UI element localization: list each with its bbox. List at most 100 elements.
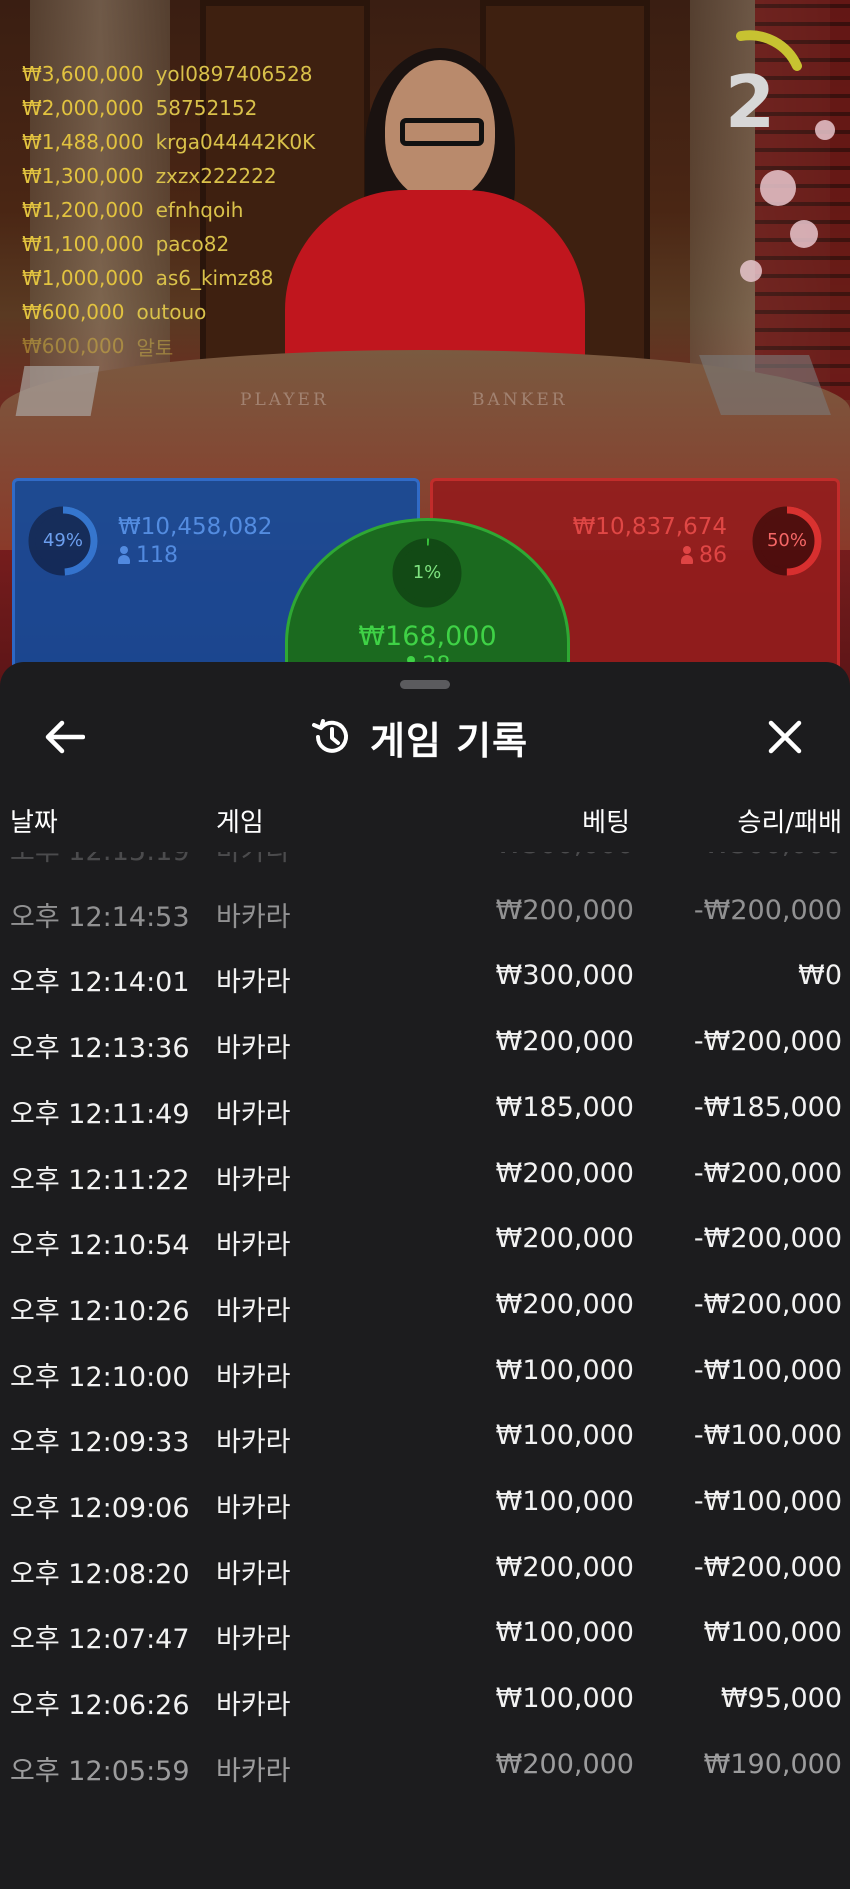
row-date: 오후 12:11:22 xyxy=(10,1164,190,1196)
history-clock-icon xyxy=(312,719,348,753)
row-bet: ₩100,000 xyxy=(495,1354,634,1386)
ticker-amount: ₩1,488,000 xyxy=(22,130,144,154)
table-row[interactable]: 오후 12:08:20 바카라 ₩200,000 -₩200,000 xyxy=(0,1538,850,1604)
row-win-loss: -₩200,000 xyxy=(693,1157,842,1189)
table-row[interactable]: 오후 12:06:26 바카라 ₩100,000 ₩95,000 xyxy=(0,1669,850,1735)
table-row[interactable]: 오후 12:09:06 바카라 ₩100,000 -₩100,000 xyxy=(0,1472,850,1538)
row-game: 바카라 xyxy=(216,1427,291,1459)
player-total-amount: ₩10,458,082 xyxy=(118,514,273,540)
row-date: 오후 12:07:47 xyxy=(10,1624,190,1656)
table-row[interactable]: 오후 12:13:36 바카라 ₩200,000 -₩200,000 xyxy=(0,1012,850,1078)
row-game: 바카라 xyxy=(216,1164,291,1196)
row-win-loss: ₩95,000 xyxy=(720,1683,842,1715)
blossom-decoration xyxy=(760,170,796,206)
ticker-username: yol0897406528 xyxy=(155,62,313,86)
table-row[interactable]: 오후 12:11:22 바카라 ₩200,000 -₩200,000 xyxy=(0,1144,850,1210)
history-table-body[interactable]: 오후 12:15:19 바카라 ₩300,000 -₩300,000 오후 12:14:… xyxy=(0,852,850,1889)
live-video-feed: PLAYER BANKER ₩3,600,000 yol0897406528 ₩2,… xyxy=(0,0,850,700)
row-date: 오후 12:10:26 xyxy=(10,1295,190,1327)
row-date: 오후 12:11:49 xyxy=(10,1098,190,1130)
tie-total-amount: ₩168,000 xyxy=(358,621,497,652)
row-date: 오후 12:09:06 xyxy=(10,1493,190,1524)
row-date: 오후 12:14:01 xyxy=(10,967,190,999)
row-win-loss: ₩0 xyxy=(798,960,842,992)
ticker-entry: ₩600,000 outouo xyxy=(22,295,315,329)
game-history-sheet: 게임 기록 날짜 게임 베팅 승리/패배 오후 12:15:19 바카라 ₩300,… xyxy=(0,662,850,1889)
tie-percent: 1% xyxy=(412,562,442,583)
row-win-loss: -₩100,000 xyxy=(693,1354,842,1386)
ticker-amount: ₩1,200,000 xyxy=(22,198,144,222)
banker-bettor-count: 86 xyxy=(681,543,727,568)
row-bet: ₩100,000 xyxy=(495,1617,634,1649)
card-shoe xyxy=(699,355,831,415)
table-row[interactable]: 오후 12:09:33 바카라 ₩100,000 -₩100,000 xyxy=(0,1406,850,1472)
ticker-username: 알토 xyxy=(136,335,174,360)
ticker-amount: ₩1,300,000 xyxy=(22,164,144,188)
row-date: 오후 12:05:59 xyxy=(10,1755,190,1787)
row-bet: ₩300,000 xyxy=(496,852,634,860)
row-game: 바카라 xyxy=(216,1755,291,1787)
table-row[interactable]: 오후 12:07:47 바카라 ₩100,000 ₩100,000 xyxy=(0,1603,850,1669)
player-count-value: 118 xyxy=(136,543,178,568)
row-win-loss: -₩100,000 xyxy=(693,1420,842,1452)
ticker-username: efnhqoih xyxy=(155,198,244,222)
table-row[interactable]: 오후 12:14:01 바카라 ₩300,000 ₩0 xyxy=(0,946,850,1012)
row-game: 바카라 xyxy=(216,1558,291,1590)
column-header-win-loss: 승리/패배 xyxy=(737,808,842,838)
row-date: 오후 12:14:53 xyxy=(10,901,190,933)
ticker-entry: ₩1,200,000 efnhqoih xyxy=(22,193,315,227)
table-row[interactable]: 오후 12:10:00 바카라 ₩100,000 -₩100,000 xyxy=(0,1341,850,1407)
ticker-username: paco82 xyxy=(155,232,230,256)
ticker-entry: ₩1,000,000 as6_kimz88 xyxy=(22,261,315,295)
row-game: 바카라 xyxy=(216,1624,291,1656)
row-bet: ₩300,000 xyxy=(495,960,634,992)
table-row[interactable]: 오후 12:15:19 바카라 ₩300,000 -₩300,000 xyxy=(0,852,850,881)
row-game: 바카라 xyxy=(216,901,291,933)
row-bet: ₩200,000 xyxy=(495,1223,634,1255)
row-bet: ₩200,000 xyxy=(495,1157,634,1189)
person-icon xyxy=(118,546,130,564)
row-date: 오후 12:15:19 xyxy=(10,852,190,868)
row-game: 바카라 xyxy=(216,1690,291,1722)
back-button[interactable] xyxy=(40,712,90,762)
row-game: 바카라 xyxy=(216,1361,291,1393)
table-row[interactable]: 오후 12:14:53 바카라 ₩200,000 -₩200,000 xyxy=(0,881,850,947)
player-percent: 49% xyxy=(42,530,83,551)
row-win-loss: -₩200,000 xyxy=(693,1288,842,1320)
table-row[interactable]: 오후 12:10:54 바카라 ₩200,000 -₩200,000 xyxy=(0,1209,850,1275)
row-date: 오후 12:08:20 xyxy=(10,1558,190,1590)
close-button[interactable] xyxy=(760,712,810,762)
ticker-username: zxzx222222 xyxy=(155,164,277,188)
ticker-entry: ₩1,100,000 paco82 xyxy=(22,227,315,261)
row-date: 오후 12:10:54 xyxy=(10,1230,190,1262)
row-win-loss: -₩200,000 xyxy=(693,1223,842,1255)
blossom-decoration xyxy=(790,220,818,248)
ticker-username: krga044442K0K xyxy=(155,130,316,154)
row-win-loss: -₩100,000 xyxy=(693,1486,842,1517)
row-win-loss: ₩100,000 xyxy=(703,1617,842,1649)
ticker-entry: ₩1,300,000 zxzx222222 xyxy=(22,159,315,193)
ticker-amount: ₩3,600,000 xyxy=(22,62,144,86)
table-row[interactable]: 오후 12:11:49 바카라 ₩185,000 -₩185,000 xyxy=(0,1078,850,1144)
column-header-date: 날짜 xyxy=(10,808,58,838)
row-win-loss: -₩300,000 xyxy=(694,852,842,860)
row-bet: ₩200,000 xyxy=(495,1748,634,1780)
column-header-game: 게임 xyxy=(216,808,264,838)
row-bet: ₩100,000 xyxy=(495,1486,634,1517)
table-row[interactable]: 오후 12:05:59 바카라 ₩200,000 ₩190,000 xyxy=(0,1735,850,1801)
row-bet: ₩100,000 xyxy=(495,1683,634,1715)
row-win-loss: -₩200,000 xyxy=(693,1551,842,1583)
ticker-username: 58752152 xyxy=(155,96,258,120)
sheet-drag-handle[interactable] xyxy=(400,680,450,689)
row-game: 바카라 xyxy=(216,1033,291,1065)
row-bet: ₩200,000 xyxy=(495,894,634,926)
ticker-username: as6_kimz88 xyxy=(155,266,274,290)
ticker-amount: ₩2,000,000 xyxy=(22,96,144,120)
table-row[interactable]: 오후 12:10:26 바카라 ₩200,000 -₩200,000 xyxy=(0,1275,850,1341)
ticker-amount: ₩600,000 xyxy=(22,300,125,324)
row-bet: ₩200,000 xyxy=(495,1026,634,1058)
blossom-decoration xyxy=(740,260,762,282)
row-game: 바카라 xyxy=(216,852,291,868)
ticker-entry: ₩1,488,000 krga044442K0K xyxy=(22,125,315,159)
blossom-decoration xyxy=(815,120,835,140)
